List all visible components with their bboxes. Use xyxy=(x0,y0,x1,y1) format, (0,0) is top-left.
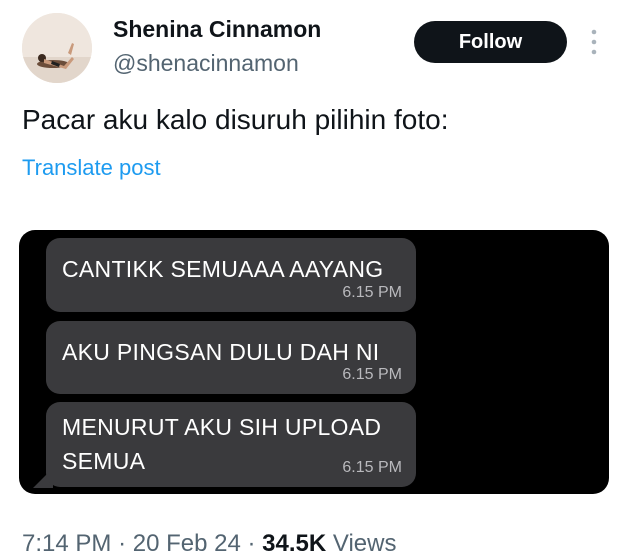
meta-separator: · xyxy=(247,530,256,557)
avatar-photo xyxy=(22,13,92,83)
translate-post-link[interactable]: Translate post xyxy=(22,155,161,181)
chat-message-time: 6.15 PM xyxy=(342,284,402,301)
tweet-text: Pacar aku kalo disuruh pilihin foto: xyxy=(22,104,449,135)
post-time[interactable]: 7:14 PM xyxy=(22,530,111,557)
avatar[interactable] xyxy=(22,13,92,83)
chat-message-text: CANTIKK SEMUAAA AAYANG xyxy=(62,256,384,282)
meta-separator: · xyxy=(118,530,127,557)
chat-message-time: 6.15 PM xyxy=(342,366,402,383)
author-handle[interactable]: @shenacinnamon xyxy=(113,50,299,77)
media-image[interactable]: CANTIKK SEMUAAA AAYANG 6.15 PM AKU PINGS… xyxy=(19,230,609,494)
follow-button[interactable]: Follow xyxy=(414,21,567,63)
author-name[interactable]: Shenina Cinnamon xyxy=(113,16,321,43)
views-label: Views xyxy=(332,530,397,557)
chat-message-text: AKU PINGSAN DULU DAH NI xyxy=(62,339,380,365)
more-options-icon[interactable] xyxy=(586,24,602,60)
post-date[interactable]: 20 Feb 24 xyxy=(133,530,241,557)
chat-bubble: MENURUT AKU SIH UPLOAD SEMUA 6.15 PM xyxy=(46,402,416,487)
chat-message-line: SEMUA xyxy=(62,448,146,474)
chat-message-text: MENURUT AKU SIH UPLOAD SEMUA xyxy=(62,410,381,478)
views-count: 34.5K xyxy=(262,530,327,557)
chat-bubble: AKU PINGSAN DULU DAH NI 6.15 PM xyxy=(46,321,416,394)
chat-bubble: CANTIKK SEMUAAA AAYANG 6.15 PM xyxy=(46,238,416,312)
chat-message-line: MENURUT AKU SIH UPLOAD xyxy=(62,414,382,440)
chat-message-time: 6.15 PM xyxy=(342,459,402,476)
